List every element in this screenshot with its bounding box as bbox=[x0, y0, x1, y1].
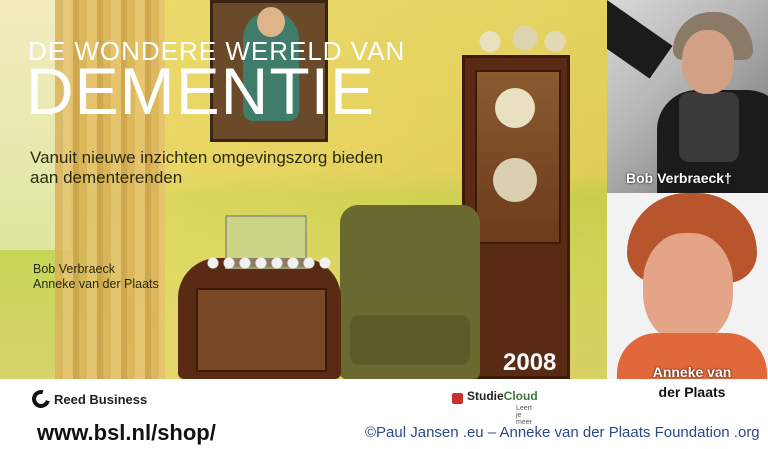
photo-bob-verbraeck bbox=[607, 0, 768, 193]
caption-anneke: Anneke van der Plaats bbox=[652, 364, 732, 400]
face bbox=[643, 233, 733, 343]
raised-arm bbox=[607, 0, 673, 79]
face bbox=[682, 30, 734, 94]
studiecloud-icon bbox=[452, 393, 463, 404]
publisher-name: Reed Business bbox=[54, 391, 148, 407]
cabinet-plate bbox=[495, 88, 535, 128]
reed-logo-icon bbox=[28, 386, 54, 412]
studiecloud-tagline: Leert je meer bbox=[516, 405, 532, 426]
cover-author: Anneke van der Plaats bbox=[33, 277, 159, 291]
shop-url[interactable]: www.bsl.nl/shop/ bbox=[37, 420, 216, 446]
cover-subtitle: Vanuit nieuwe inzichten omgevingszorg bi… bbox=[30, 148, 384, 187]
painting-face bbox=[257, 7, 285, 37]
photo-anneke-van-der-plaats bbox=[607, 193, 768, 379]
studiecloud-logo: StudieCloud Leert je meer bbox=[452, 389, 538, 426]
armchair bbox=[340, 205, 480, 379]
scarf bbox=[679, 92, 739, 162]
cover-author: Bob Verbraeck bbox=[33, 262, 115, 276]
caption-bob: Bob Verbraeck† bbox=[626, 170, 732, 186]
cover-authors: Bob Verbraeck Anneke van der Plaats bbox=[33, 262, 159, 292]
reed-business-logo: Reed Business bbox=[28, 386, 148, 412]
table-glass bbox=[196, 288, 327, 372]
figurines bbox=[470, 20, 570, 56]
book-cover: DE WONDERE WERELD VAN DEMENTIE Vanuit ni… bbox=[0, 0, 607, 379]
photo-credit: ©Paul Jansen .eu – Anneke van der Plaats… bbox=[365, 424, 760, 441]
cover-title-big: DEMENTIE bbox=[26, 54, 376, 128]
cabinet-plate bbox=[493, 158, 537, 202]
publication-year: 2008 bbox=[503, 349, 557, 376]
armchair-seat bbox=[350, 315, 470, 365]
studiecloud-name: StudieCloud bbox=[467, 389, 538, 403]
side-table bbox=[178, 258, 341, 379]
bead-garland bbox=[205, 255, 335, 271]
